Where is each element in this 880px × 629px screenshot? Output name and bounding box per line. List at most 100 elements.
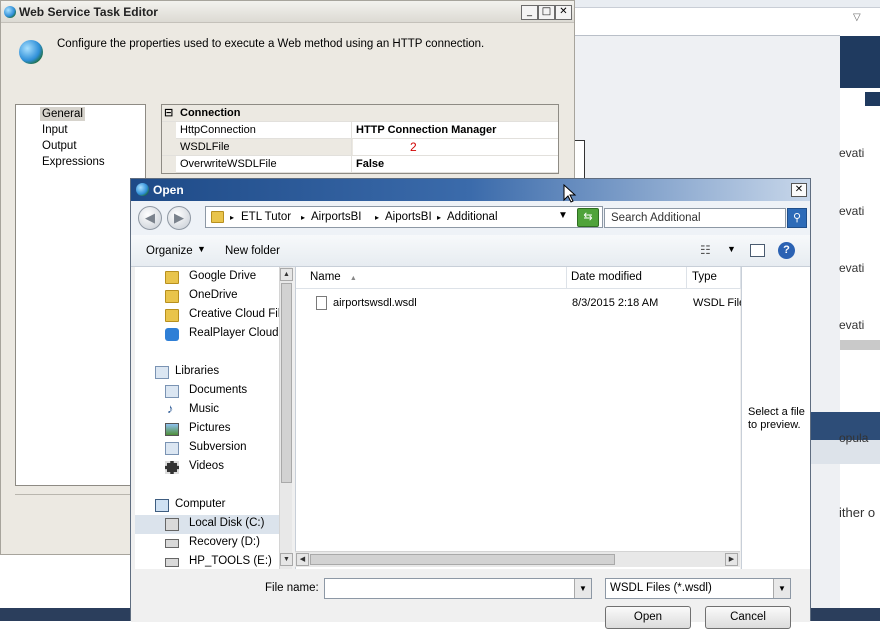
grid-row-overwritewsdlfile[interactable]: OverwriteWSDLFile False: [162, 156, 558, 173]
new-folder-button[interactable]: New folder: [225, 245, 280, 257]
minimize-button[interactable]: _: [521, 5, 538, 20]
search-input[interactable]: Search Additional: [604, 208, 786, 228]
tree-item-hp-tools[interactable]: HP_TOOLS (E:): [189, 555, 272, 567]
tree-scrollbar[interactable]: ▲ ▼: [279, 267, 293, 569]
preview-pane-icon[interactable]: [750, 244, 765, 257]
file-name-dropdown-icon[interactable]: ▼: [574, 579, 591, 598]
search-icon[interactable]: ⚲: [787, 208, 807, 228]
background-side-strip: [840, 88, 880, 348]
command-bar: Organize ▼ New folder ☷ ▼ ?: [131, 235, 810, 267]
background-snippet: evati: [839, 318, 865, 332]
tree-item-recovery[interactable]: Recovery (D:): [189, 536, 260, 548]
scroll-left-icon[interactable]: ◀: [296, 553, 309, 566]
nav-item-general[interactable]: General: [40, 107, 85, 121]
nav-item-output[interactable]: Output: [40, 139, 79, 153]
background-divider: [840, 340, 880, 350]
grid-property-value[interactable]: HTTP Connection Manager: [353, 122, 496, 139]
pictures-icon: [165, 423, 179, 436]
grid-category-label: Connection: [180, 107, 241, 119]
file-row[interactable]: airportswsdl.wsdl 8/3/2015 2:18 AM WSDL …: [296, 294, 745, 314]
column-header-name[interactable]: Name ▲: [296, 267, 567, 289]
view-options-icon[interactable]: ☷: [700, 243, 711, 257]
breadcrumb-item[interactable]: AiportsBI: [385, 211, 432, 223]
tree-item-documents[interactable]: Documents: [189, 384, 247, 396]
tree-item-creative-cloud[interactable]: Creative Cloud File: [189, 308, 287, 320]
google-drive-folder-icon: [165, 271, 179, 284]
tree-item-google-drive[interactable]: Google Drive: [189, 270, 256, 282]
column-header-type[interactable]: Type: [687, 267, 741, 289]
maximize-button[interactable]: □: [538, 5, 555, 20]
file-type: WSDL File: [693, 297, 746, 309]
breadcrumb-item[interactable]: Additional: [447, 211, 498, 223]
cancel-button[interactable]: Cancel: [705, 606, 791, 629]
hscroll-thumb[interactable]: [310, 554, 615, 565]
web-service-globe-icon: [19, 40, 43, 64]
tree-item-libraries[interactable]: Libraries: [175, 365, 219, 377]
scroll-up-icon[interactable]: ▲: [280, 268, 293, 281]
tree-item-realplayer-cloud[interactable]: RealPlayer Cloud: [189, 327, 279, 339]
tree-item-subversion[interactable]: Subversion: [189, 441, 247, 453]
grid-row-httpconnection[interactable]: HttpConnection HTTP Connection Manager: [162, 122, 558, 139]
background-snippet: evati: [839, 204, 865, 218]
tree-item-music[interactable]: Music: [189, 403, 219, 415]
folder-icon: [211, 211, 224, 223]
dialog-title: Open: [153, 183, 184, 197]
grid-property-value[interactable]: False: [353, 156, 384, 173]
videos-icon: [165, 461, 179, 474]
dialog-close-button[interactable]: ✕: [791, 183, 807, 197]
background-toolbar: ▽: [575, 8, 861, 36]
scroll-down-icon[interactable]: ▼: [280, 553, 293, 566]
libraries-icon: [155, 366, 169, 379]
close-button[interactable]: ✕: [555, 5, 572, 20]
documents-icon: [165, 385, 179, 398]
background-snippet: evati: [839, 146, 865, 160]
onedrive-folder-icon: [165, 290, 179, 303]
breadcrumb-item[interactable]: ETL Tutor: [241, 211, 291, 223]
wsdl-file-icon: [316, 296, 327, 310]
grid-property-value[interactable]: [353, 139, 558, 155]
computer-icon: [155, 499, 169, 512]
background-snippet: evati: [839, 261, 865, 275]
navigation-tree: Google Drive OneDrive Creative Cloud Fil…: [135, 267, 293, 569]
nav-item-expressions[interactable]: Expressions: [40, 155, 107, 169]
collapse-icon[interactable]: ⊟: [164, 106, 173, 119]
background-mini-block: [865, 92, 880, 106]
grid-property-name: HttpConnection: [177, 122, 352, 139]
organize-dropdown-icon[interactable]: ▼: [197, 244, 206, 254]
grid-row-wsdlfile[interactable]: WSDLFile 2: [162, 139, 558, 156]
breadcrumb-separator-icon: ▸: [301, 213, 306, 222]
breadcrumb-item[interactable]: AirportsBI: [311, 211, 362, 223]
scroll-right-icon[interactable]: ▶: [725, 553, 738, 566]
file-name-input[interactable]: ▼: [324, 578, 592, 599]
nav-item-input[interactable]: Input: [40, 123, 70, 137]
filter-dropdown-icon[interactable]: ▼: [773, 579, 790, 598]
tree-item-local-disk[interactable]: Local Disk (C:): [189, 517, 264, 529]
help-icon[interactable]: ?: [778, 242, 795, 259]
subversion-icon: [165, 442, 179, 455]
background-snippet: ither o: [839, 505, 876, 520]
tree-item-pictures[interactable]: Pictures: [189, 422, 231, 434]
file-type-filter[interactable]: WSDL Files (*.wsdl) ▼: [605, 578, 791, 599]
address-bar[interactable]: ▸ ETL Tutor ▸ AirportsBI ▸ AiportsBI ▸ A…: [205, 206, 603, 228]
globe-icon: [136, 183, 149, 196]
scroll-thumb[interactable]: [281, 283, 292, 483]
address-dropdown-icon[interactable]: ▼: [558, 210, 568, 221]
tree-item-videos[interactable]: Videos: [189, 460, 224, 472]
background-connector-shape: [575, 140, 585, 182]
tree-item-onedrive[interactable]: OneDrive: [189, 289, 238, 301]
editor-titlebar: Web Service Task Editor _ □ ✕: [1, 1, 574, 23]
tree-item-computer[interactable]: Computer: [175, 498, 226, 510]
view-dropdown-icon[interactable]: ▼: [727, 244, 736, 254]
breadcrumb-separator-icon: ▸: [230, 213, 235, 222]
drive-icon: [165, 539, 179, 548]
back-arrow-icon[interactable]: ◀: [138, 206, 162, 230]
organize-button[interactable]: Organize: [146, 245, 193, 257]
grid-gutter: [162, 156, 176, 173]
local-disk-icon: [165, 518, 179, 531]
grid-category-row[interactable]: ⊟ Connection: [162, 105, 558, 122]
column-header-date[interactable]: Date modified: [567, 267, 687, 289]
open-button[interactable]: Open: [605, 606, 691, 629]
horizontal-scrollbar[interactable]: ◀ ▶: [295, 551, 740, 567]
forward-arrow-icon[interactable]: ▶: [167, 206, 191, 230]
refresh-icon[interactable]: ⇆: [577, 208, 599, 227]
